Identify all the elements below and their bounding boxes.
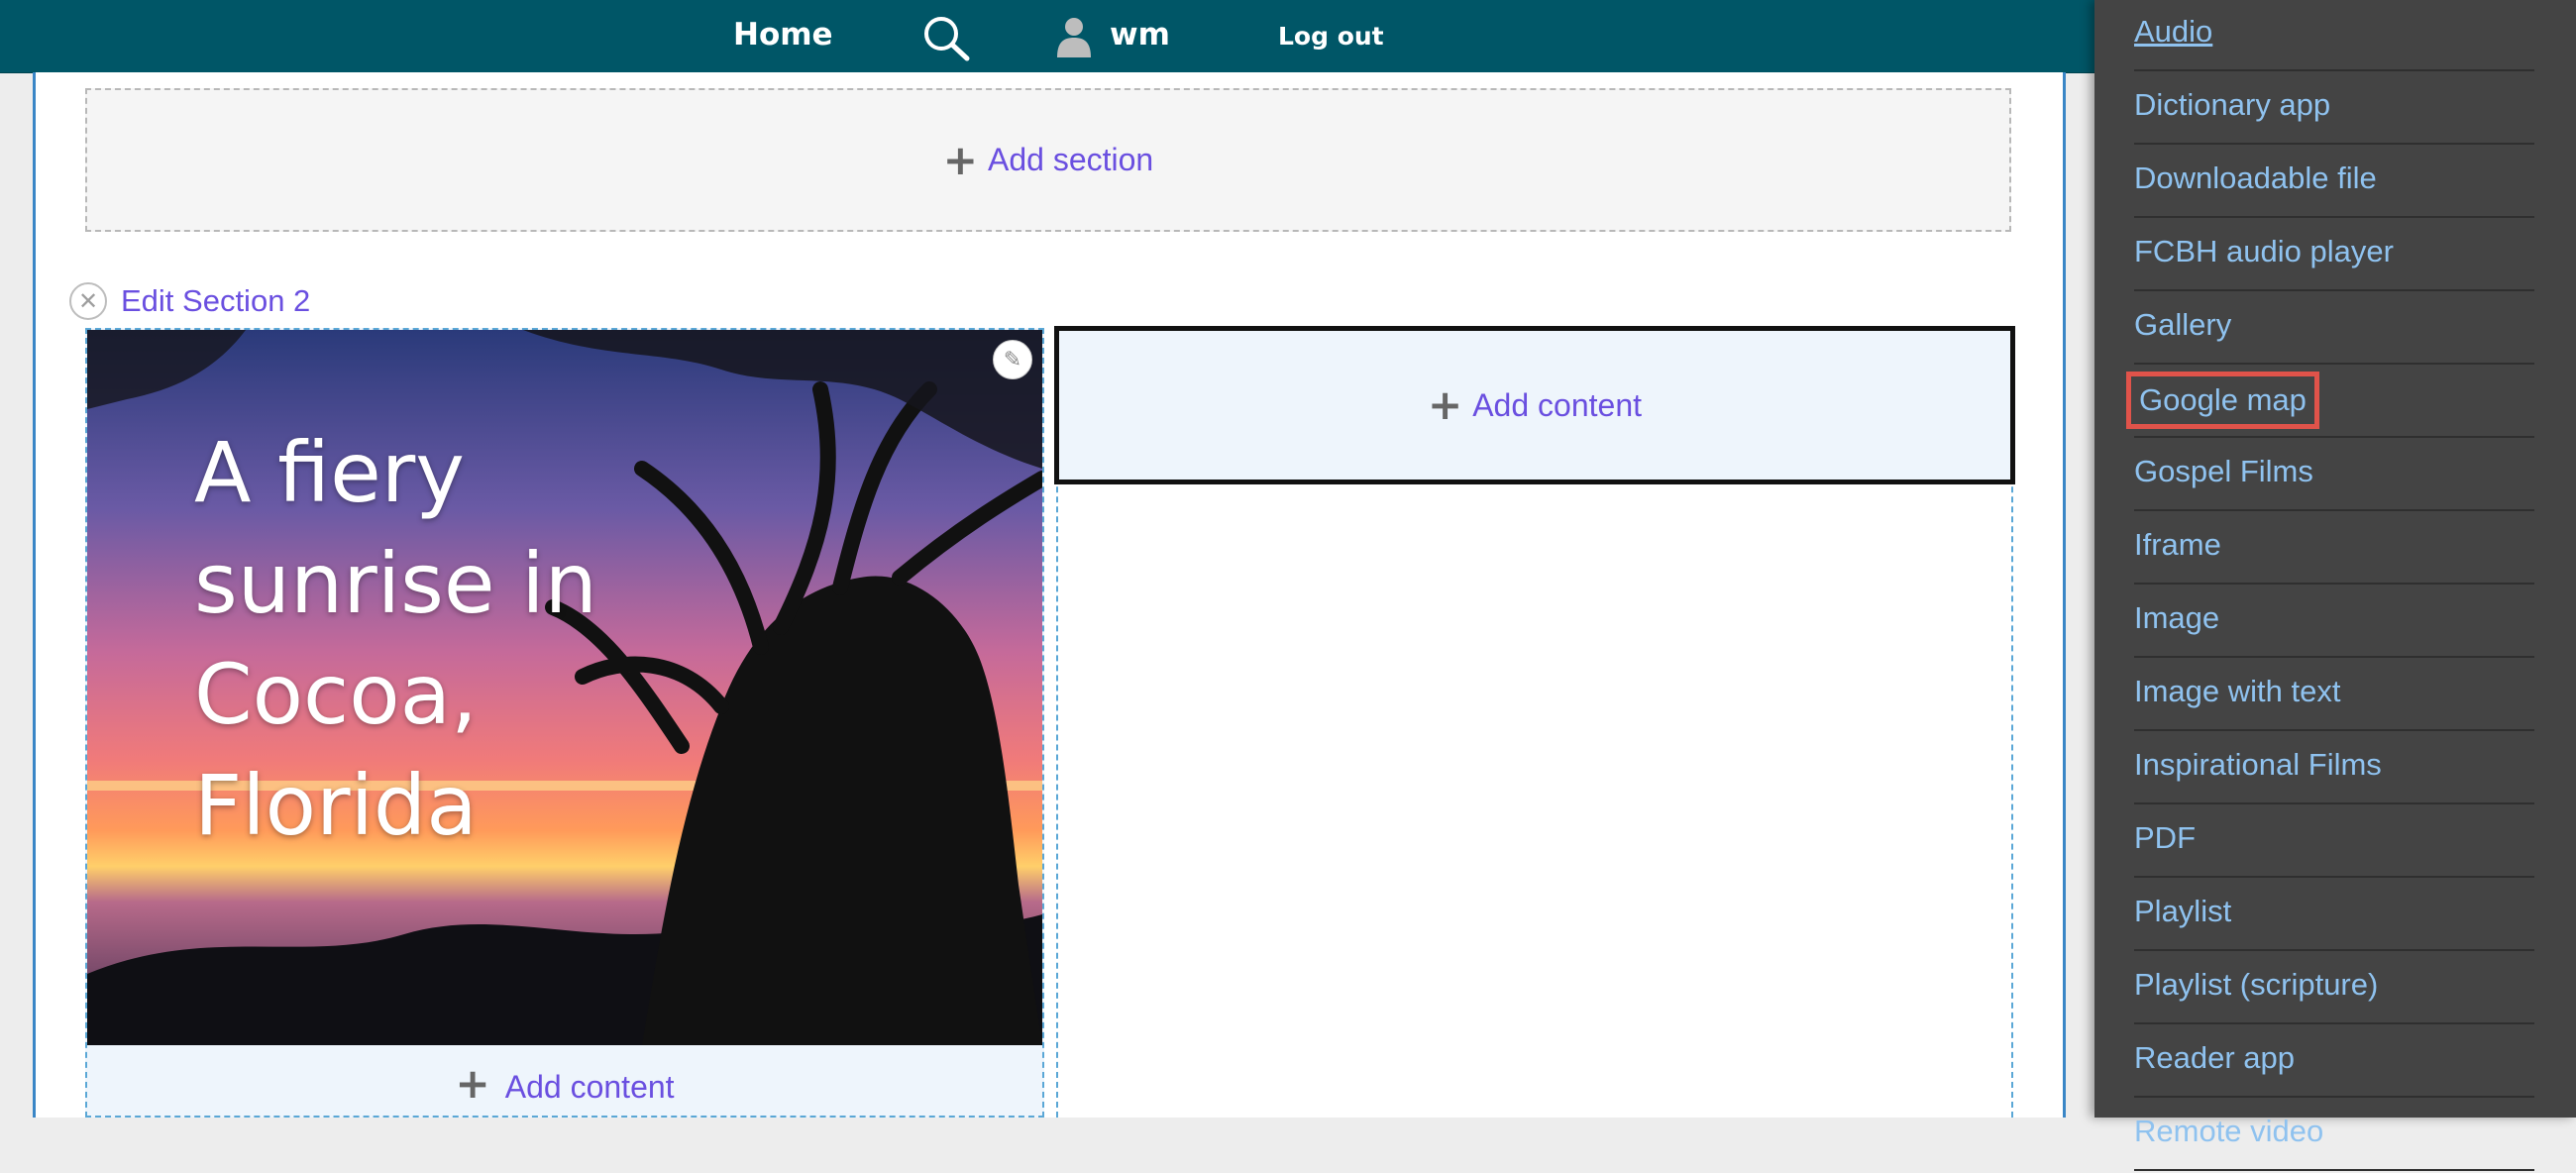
block-item-image-with-text[interactable]: Image with text — [2134, 660, 2534, 731]
block-item-gospel-films[interactable]: Gospel Films — [2134, 440, 2534, 511]
block-item-label: Remote video — [2134, 1114, 2324, 1148]
logout-link[interactable]: Log out — [1278, 22, 1384, 51]
block-item-inspirational-films[interactable]: Inspirational Films — [2134, 733, 2534, 804]
edit-section-link[interactable]: ✕ Edit Section 2 — [69, 279, 310, 323]
hero-image-block[interactable]: A fiery sunrise in Cocoa, Florida ✎ — [87, 330, 1042, 1045]
plus-icon: + — [942, 135, 978, 184]
block-item-label: Playlist (scripture) — [2134, 967, 2379, 1002]
block-item-label: Reader app — [2134, 1040, 2296, 1075]
block-item-playlist-scripture[interactable]: Playlist (scripture) — [2134, 953, 2534, 1024]
admin-toolbar: Home wm Log out — [0, 0, 2094, 73]
block-item-reader-app[interactable]: Reader app — [2134, 1026, 2534, 1098]
block-item-fcbh-audio-player[interactable]: FCBH audio player — [2134, 220, 2534, 291]
block-chooser-sidebar: Audio Dictionary app Downloadable file F… — [2094, 0, 2576, 1171]
add-content-label: Add content — [1472, 386, 1642, 423]
search-icon[interactable] — [921, 14, 971, 61]
add-content-label: Add content — [504, 1069, 675, 1105]
block-type-list: Audio Dictionary app Downloadable file F… — [2126, 0, 2534, 1173]
section-region-first: A fiery sunrise in Cocoa, Florida ✎ + Ad… — [85, 328, 1044, 1118]
pencil-icon[interactable]: ✎ — [993, 340, 1032, 379]
add-section-label: Add section — [987, 142, 1154, 177]
block-item-iframe[interactable]: Iframe — [2134, 513, 2534, 585]
block-item-label: Gallery — [2134, 307, 2232, 342]
plus-icon: + — [1428, 380, 1463, 429]
block-item-image[interactable]: Image — [2134, 586, 2534, 658]
block-item-label: Gospel Films — [2134, 454, 2313, 488]
block-item-label: Inspirational Films — [2134, 747, 2382, 782]
block-item-pdf[interactable]: PDF — [2134, 806, 2534, 878]
close-icon[interactable]: ✕ — [69, 282, 107, 320]
add-content-button-region1[interactable]: + Add content — [87, 1063, 1042, 1106]
layout-builder-canvas: + Add section ✕ Edit Section 2 A fiery s… — [33, 72, 2066, 1118]
block-item-label: Playlist — [2134, 894, 2232, 928]
block-item-label: Image — [2134, 600, 2220, 635]
add-content-button-region2[interactable]: + Add content — [1054, 326, 2015, 484]
home-link[interactable]: Home — [733, 17, 833, 53]
block-item-label: PDF — [2134, 820, 2196, 855]
block-item-playlist[interactable]: Playlist — [2134, 880, 2534, 951]
user-icon[interactable] — [1054, 16, 1094, 57]
block-item-gallery[interactable]: Gallery — [2134, 293, 2534, 365]
block-item-label: Dictionary app — [2134, 87, 2331, 122]
block-item-audio[interactable]: Audio — [2134, 0, 2534, 71]
block-item-downloadable-file[interactable]: Downloadable file — [2134, 147, 2534, 218]
block-item-label: Audio — [2134, 14, 2213, 49]
user-name-link[interactable]: wm — [1110, 17, 1170, 53]
hero-title: A fiery sunrise in Cocoa, Florida — [194, 424, 597, 854]
block-item-google-map[interactable]: Google map — [2126, 367, 2534, 438]
block-item-label: Google map — [2126, 372, 2319, 429]
plus-icon: + — [455, 1059, 490, 1108]
edit-section-label: Edit Section 2 — [121, 283, 311, 318]
block-item-label: FCBH audio player — [2134, 234, 2394, 268]
block-item-remote-video[interactable]: Remote video — [2134, 1100, 2534, 1171]
block-item-label: Image with text — [2134, 674, 2341, 708]
add-section-button[interactable]: + Add section — [85, 88, 2011, 232]
block-item-dictionary-app[interactable]: Dictionary app — [2134, 73, 2534, 145]
block-item-label: Iframe — [2134, 527, 2221, 562]
block-item-label: Downloadable file — [2134, 160, 2377, 195]
